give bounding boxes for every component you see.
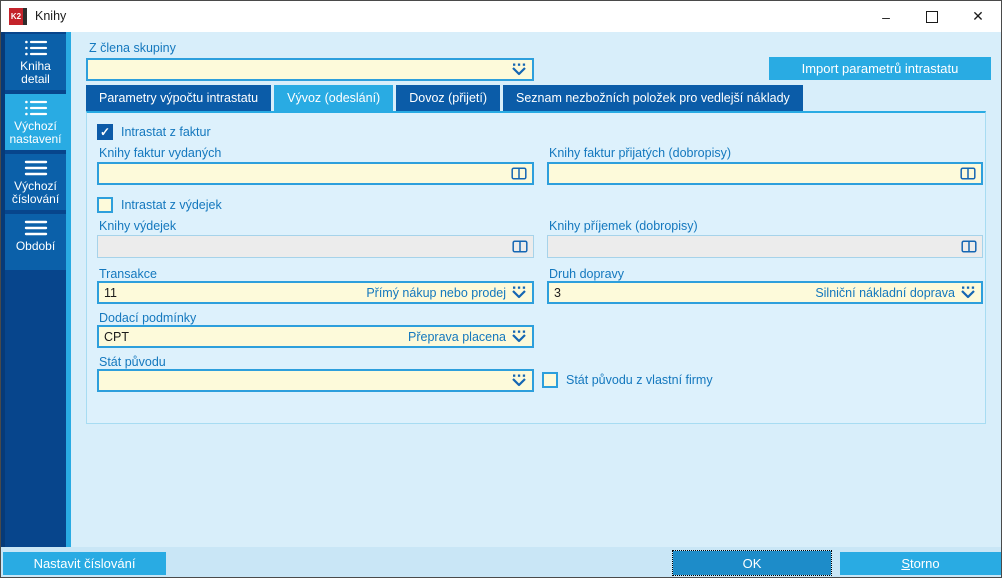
list-icon bbox=[23, 39, 49, 57]
group-field-label: Z člena skupiny bbox=[89, 41, 176, 55]
intrastat-z-faktur-checkbox[interactable]: ✓ bbox=[97, 124, 113, 140]
sidebar-item-vychozi-nastaveni[interactable]: Výchozí nastavení bbox=[5, 94, 66, 150]
knihy-faktur-prijatych-field[interactable] bbox=[547, 162, 983, 185]
maximize-button[interactable] bbox=[909, 1, 955, 32]
knihy-faktur-vydanych-label: Knihy faktur vydaných bbox=[99, 146, 222, 160]
storno-button[interactable]: Storno bbox=[840, 552, 1001, 575]
stat-puvodu-z-vlastni-firmy-label: Stát původu z vlastní firmy bbox=[566, 373, 713, 387]
combo-dropdown-icon[interactable] bbox=[511, 330, 527, 343]
transakce-label: Transakce bbox=[99, 267, 157, 281]
maximize-icon bbox=[926, 10, 938, 23]
sidebar-item-obdobi[interactable]: Období bbox=[5, 214, 66, 270]
intrastat-z-vydejek-label: Intrastat z výdejek bbox=[121, 198, 222, 212]
tab-bar: Parametry výpočtu intrastatu Vývoz (odes… bbox=[86, 85, 803, 111]
sidebar-item-vychozi-cislovani[interactable]: Výchozí číslování bbox=[5, 154, 66, 210]
dodaci-podminky-description: Přeprava placena bbox=[408, 329, 506, 344]
nastavit-cislovani-button[interactable]: Nastavit číslování bbox=[3, 552, 166, 575]
book-lookup-icon[interactable] bbox=[960, 167, 976, 180]
storno-rest: torno bbox=[910, 556, 940, 571]
book-lookup-icon bbox=[512, 240, 528, 253]
sidebar-item-label: Kniha detail bbox=[20, 59, 51, 87]
sidebar: Kniha detail Výchozí nastavení Výchozí č… bbox=[1, 32, 71, 547]
combo-dropdown-icon[interactable] bbox=[960, 286, 976, 299]
k2-app-icon: K2 bbox=[9, 8, 27, 25]
intrastat-z-faktur-label: Intrastat z faktur bbox=[121, 125, 211, 139]
book-lookup-icon[interactable] bbox=[511, 167, 527, 180]
footer-bar: Nastavit číslování OK Storno bbox=[1, 547, 1001, 577]
list-icon bbox=[23, 99, 49, 117]
knihy-vydejek-label: Knihy výdejek bbox=[99, 219, 177, 233]
minimize-button[interactable]: – bbox=[863, 1, 909, 32]
combo-dropdown-icon[interactable] bbox=[511, 374, 527, 387]
dodaci-podminky-code: CPT bbox=[104, 329, 129, 344]
storno-accelerator: S bbox=[901, 556, 911, 571]
transakce-code: 11 bbox=[104, 285, 117, 300]
combo-dropdown-icon[interactable] bbox=[511, 286, 527, 299]
transakce-description: Přímý nákup nebo prodej bbox=[366, 285, 506, 300]
tab-dovoz-prijeti[interactable]: Dovoz (přijetí) bbox=[396, 85, 501, 111]
transakce-combo[interactable]: 11 Přímý nákup nebo prodej bbox=[97, 281, 534, 304]
druh-dopravy-code: 3 bbox=[554, 285, 561, 300]
dodaci-podminky-label: Dodací podmínky bbox=[99, 311, 197, 325]
import-parametru-intrastatu-button[interactable]: Import parametrů intrastatu bbox=[769, 57, 991, 80]
sidebar-item-label: Období bbox=[15, 239, 56, 253]
menu-icon bbox=[23, 159, 49, 177]
titlebar: K2 Knihy – ✕ bbox=[1, 1, 1001, 32]
knihy-window: K2 Knihy – ✕ Kniha detail Výchozí nastav… bbox=[0, 0, 1002, 578]
druh-dopravy-label: Druh dopravy bbox=[549, 267, 625, 281]
book-lookup-icon bbox=[961, 240, 977, 253]
stat-puvodu-z-vlastni-firmy-checkbox[interactable] bbox=[542, 372, 558, 388]
tab-parametry-vypoctu-intrastatu[interactable]: Parametry výpočtu intrastatu bbox=[86, 85, 272, 111]
window-controls: – ✕ bbox=[863, 1, 1001, 32]
sidebar-item-label: Výchozí číslování bbox=[11, 179, 60, 207]
content-area: Z člena skupiny Import parametrů intrast… bbox=[71, 32, 1001, 547]
ok-button[interactable]: OK bbox=[672, 550, 832, 576]
dodaci-podminky-combo[interactable]: CPT Přeprava placena bbox=[97, 325, 534, 348]
combo-dropdown-icon[interactable] bbox=[511, 63, 527, 76]
close-button[interactable]: ✕ bbox=[955, 1, 1001, 32]
tab-seznam-nezboznich-polozek[interactable]: Seznam nezbožních položek pro vedlejší n… bbox=[503, 85, 803, 111]
knihy-prijemek-label: Knihy příjemek (dobropisy) bbox=[549, 219, 698, 233]
intrastat-z-vydejek-checkbox[interactable] bbox=[97, 197, 113, 213]
knihy-prijemek-field bbox=[547, 235, 983, 258]
window-title: Knihy bbox=[35, 9, 67, 23]
check-icon: ✓ bbox=[99, 125, 111, 139]
stat-puvodu-label: Stát původu bbox=[99, 355, 166, 369]
group-field-combo[interactable] bbox=[86, 58, 534, 81]
druh-dopravy-combo[interactable]: 3 Silniční nákladní doprava bbox=[547, 281, 983, 304]
knihy-faktur-prijatych-label: Knihy faktur přijatých (dobropisy) bbox=[549, 146, 732, 160]
sidebar-item-kniha-detail[interactable]: Kniha detail bbox=[5, 34, 66, 90]
menu-icon bbox=[23, 219, 49, 237]
druh-dopravy-description: Silniční nákladní doprava bbox=[815, 285, 955, 300]
stat-puvodu-combo[interactable] bbox=[97, 369, 534, 392]
tab-content-panel: ✓ Intrastat z faktur Knihy faktur vydaný… bbox=[86, 111, 986, 424]
tab-vyvoz-odeslani[interactable]: Vývoz (odeslání) bbox=[274, 85, 394, 111]
knihy-vydejek-field bbox=[97, 235, 534, 258]
sidebar-item-label: Výchozí nastavení bbox=[9, 119, 62, 147]
knihy-faktur-vydanych-field[interactable] bbox=[97, 162, 534, 185]
